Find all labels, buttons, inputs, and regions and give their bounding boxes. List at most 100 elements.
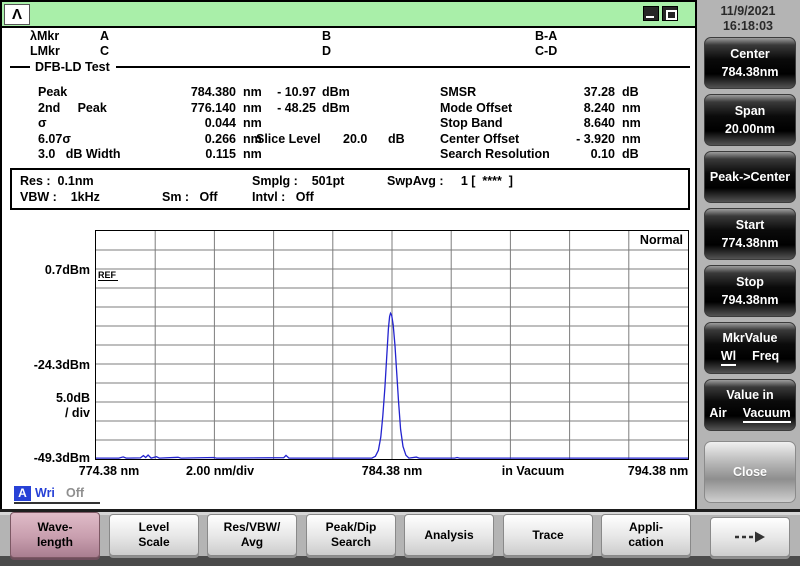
meas-unit: nm <box>622 132 641 146</box>
marker-row-label: LMkr <box>30 44 60 58</box>
meas-label: Mode Offset <box>440 101 513 115</box>
window-titlebar: Λ <box>2 2 695 28</box>
y-axis-bottom-level: -49.3dBm <box>33 451 90 465</box>
y-axis-scale: 5.0dB <box>55 391 90 405</box>
function-key-label: Res/VBW/ <box>223 520 281 534</box>
marker-a-label: A <box>100 29 110 43</box>
next-page-arrow-icon <box>735 531 765 543</box>
marker-b-label: B <box>322 29 332 43</box>
meas-unit: dB <box>622 85 639 99</box>
function-key-label: Wave- <box>37 520 73 534</box>
function-key-label: length <box>37 535 73 549</box>
function-key-peak-dip-search[interactable]: Peak/Dip Search <box>306 514 396 556</box>
softkey-label: Close <box>732 465 768 479</box>
option-wavelength[interactable]: Wl <box>720 349 737 366</box>
function-key-label: Level <box>138 520 170 534</box>
softkey-stop[interactable]: Stop 794.38nm <box>704 265 796 317</box>
function-key-application[interactable]: Appli- cation <box>601 514 691 556</box>
analysis-group-header: DFB-LD Test <box>10 60 690 74</box>
meas-value: 0.10 <box>590 147 615 161</box>
measurement-row: Mode Offset 8.240 nm <box>2 101 695 116</box>
function-key-label: Appli- <box>629 520 663 534</box>
function-key-trace[interactable]: Trace <box>503 514 593 556</box>
option-air[interactable]: Air <box>709 406 726 423</box>
meas-value: 8.240 <box>583 101 615 115</box>
softkey-start[interactable]: Start 774.38nm <box>704 208 796 260</box>
datetime-display: 11/9/2021 16:18:03 <box>698 4 798 34</box>
analysis-title: DFB-LD Test <box>35 60 110 74</box>
meas-value: 8.640 <box>583 116 615 130</box>
anritsu-logo-icon: Λ <box>4 4 30 25</box>
x-axis-medium-label: in Vacuum <box>501 464 565 478</box>
meas-unit: nm <box>622 101 641 115</box>
sampling-setting: Smplg : 501pt <box>252 174 345 188</box>
softkey-value: 774.38nm <box>721 236 779 250</box>
trace-a-badge: A <box>14 486 31 501</box>
softkey-mkr-value[interactable]: MkrValue Wl Freq <box>704 322 796 374</box>
date-label: 11/9/2021 <box>720 4 776 18</box>
x-axis-stop-wavelength: 794.38 nm <box>627 464 689 478</box>
vbw-setting: VBW : 1kHz <box>20 190 100 204</box>
meas-value: 37.28 <box>583 85 615 99</box>
y-axis-scale-unit: / div <box>64 406 90 420</box>
function-key-label: Scale <box>138 535 170 549</box>
marker-d-label: D <box>322 44 332 58</box>
meas-unit: nm <box>622 116 641 130</box>
softkey-value: 794.38nm <box>721 293 779 307</box>
softkey-label: Center <box>730 47 770 61</box>
interval-setting: Intvl : Off <box>252 190 314 204</box>
minimize-icon <box>646 16 654 18</box>
softkey-peak-to-center[interactable]: Peak->Center <box>704 151 796 203</box>
x-axis-center-wavelength: 784.38 nm <box>361 464 423 478</box>
meas-label: Stop Band <box>440 116 503 130</box>
function-key-level-scale[interactable]: Level Scale <box>109 514 199 556</box>
trace-off-label: Off <box>66 486 85 500</box>
minimize-button[interactable] <box>643 6 659 21</box>
function-key-res-vbw-avg[interactable]: Res/VBW/ Avg <box>207 514 297 556</box>
softkey-value: 20.00nm <box>724 122 776 136</box>
bottom-bezel <box>0 556 800 566</box>
softkey-span[interactable]: Span 20.00nm <box>704 94 796 146</box>
y-axis-ref-level: 0.7dBm <box>44 263 90 277</box>
ref-level-label: REF <box>98 270 118 281</box>
meas-label: Search Resolution <box>440 147 550 161</box>
marker-c-label: C <box>100 44 110 58</box>
softkey-value-in[interactable]: Value in Air Vacuum <box>704 379 796 431</box>
osa-screen: Λ λMkr A B B-A LMkr C D C-D DFB-LD Test … <box>0 0 800 566</box>
time-label: 16:18:03 <box>722 19 774 33</box>
function-key-label: Peak/Dip <box>325 520 377 534</box>
trace-status-underline <box>14 502 100 504</box>
softkey-label: Peak->Center <box>709 170 791 184</box>
meas-value: - 3.920 <box>576 132 615 146</box>
meas-label: Center Offset <box>440 132 520 146</box>
function-key-label: Analysis <box>424 527 474 542</box>
measurement-row: Search Resolution 0.10 dB <box>2 147 695 162</box>
meas-label: SMSR <box>440 85 477 99</box>
marker-diff-label: C-D <box>535 44 558 58</box>
function-key-analysis[interactable]: Analysis <box>404 514 494 556</box>
softkey-label: Span <box>734 104 766 118</box>
softkey-close[interactable]: Close <box>704 441 796 503</box>
marker-row-label: λMkr <box>30 29 60 43</box>
function-key-label: cation <box>628 535 664 549</box>
softkey-value: 784.38nm <box>721 65 779 79</box>
measurement-row: Stop Band 8.640 nm <box>2 116 695 131</box>
smooth-setting: Sm : Off <box>162 190 218 204</box>
spectrum-trace-plot <box>96 231 688 459</box>
trace-mode-label: Normal <box>639 233 683 247</box>
y-axis-mid-level: -24.3dBm <box>33 358 90 372</box>
softkey-center[interactable]: Center 784.38nm <box>704 37 796 89</box>
measurement-row: Center Offset - 3.920 nm <box>2 132 695 147</box>
option-frequency[interactable]: Freq <box>752 349 779 366</box>
function-key-wavelength[interactable]: Wave- length <box>10 512 100 558</box>
instrument-window: Λ λMkr A B B-A LMkr C D C-D DFB-LD Test … <box>0 0 697 511</box>
sweep-settings-box: Res : 0.1nm VBW : 1kHz Sm : Off Smplg : … <box>10 168 690 210</box>
maximize-button[interactable] <box>662 6 678 21</box>
softkey-label: MkrValue <box>722 330 778 345</box>
function-key-more[interactable] <box>710 511 798 557</box>
x-axis-scale: 2.00 nm/div <box>185 464 255 478</box>
function-key-label: Search <box>330 535 372 549</box>
option-vacuum[interactable]: Vacuum <box>742 406 791 423</box>
marker-diff-label: B-A <box>535 29 558 43</box>
spectrum-chart: Normal REF <box>95 230 689 460</box>
